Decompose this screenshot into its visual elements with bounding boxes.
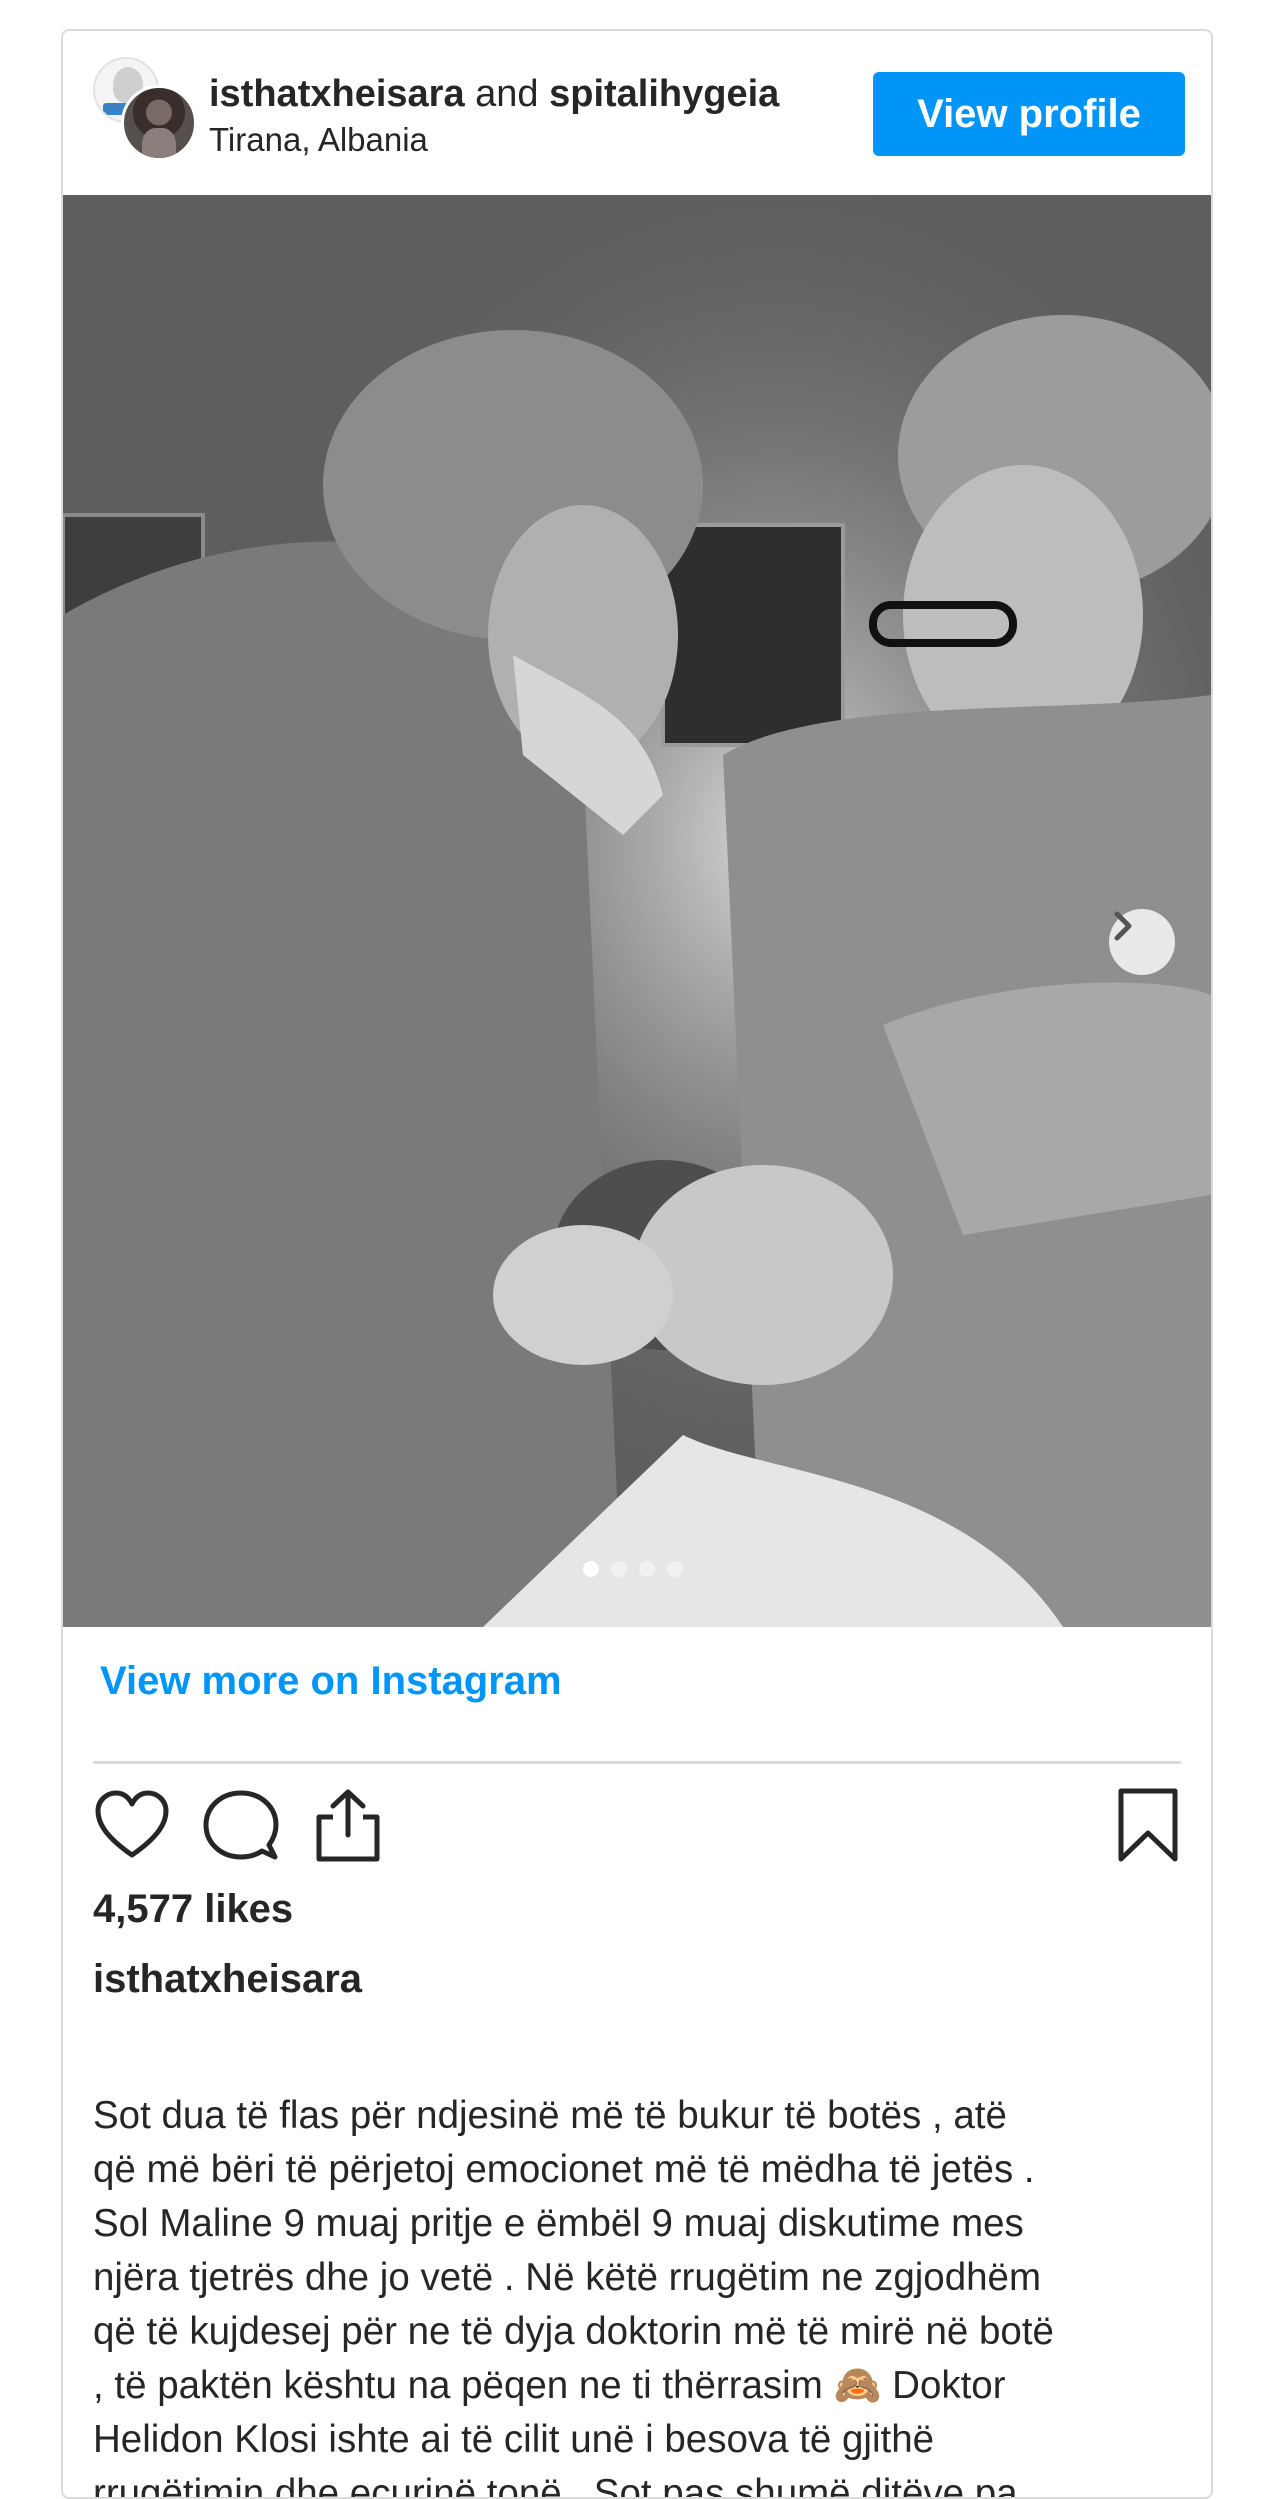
likes-count[interactable]: 4,577 likes xyxy=(93,1883,293,1935)
post-caption: Sot dua të flas për ndjesinë më të bukur… xyxy=(93,2094,1054,2499)
carousel-indicator xyxy=(583,1561,683,1577)
post-location[interactable]: Tirana, Albania xyxy=(209,119,428,161)
bookmark-icon xyxy=(1118,1788,1178,1862)
author-avatar[interactable] xyxy=(121,85,197,161)
carousel-dot xyxy=(583,1561,599,1577)
comment-button[interactable] xyxy=(201,1787,279,1865)
collaborator-username[interactable]: spitalihygeia xyxy=(549,73,779,115)
view-profile-button[interactable]: View profile xyxy=(873,72,1185,156)
names-joiner: and xyxy=(464,73,550,115)
comment-icon xyxy=(203,1790,279,1860)
heart-icon xyxy=(95,1790,169,1858)
author-names: isthatxheisara and spitalihygeia xyxy=(209,71,889,117)
carousel-dot xyxy=(611,1561,627,1577)
action-bar xyxy=(63,1787,1211,1867)
carousel-dot xyxy=(667,1561,683,1577)
share-icon xyxy=(316,1789,380,1862)
caption-username[interactable]: isthatxheisara xyxy=(93,1953,362,2005)
post-photo[interactable] xyxy=(63,195,1211,1627)
author-username[interactable]: isthatxheisara xyxy=(209,73,465,115)
divider xyxy=(93,1761,1181,1764)
share-button[interactable] xyxy=(309,1787,387,1865)
carousel-dot xyxy=(639,1561,655,1577)
view-more-on-instagram-link[interactable]: View more on Instagram xyxy=(100,1655,562,1707)
photo-illustration xyxy=(63,195,1211,1627)
chevron-right-icon xyxy=(1114,911,1132,941)
instagram-embed-card: isthatxheisara and spitalihygeia Tirana,… xyxy=(61,29,1213,2499)
save-button[interactable] xyxy=(1109,1787,1187,1865)
carousel-next-button[interactable] xyxy=(1109,909,1175,975)
post-header: isthatxheisara and spitalihygeia Tirana,… xyxy=(63,31,1211,195)
like-button[interactable] xyxy=(93,1787,171,1865)
